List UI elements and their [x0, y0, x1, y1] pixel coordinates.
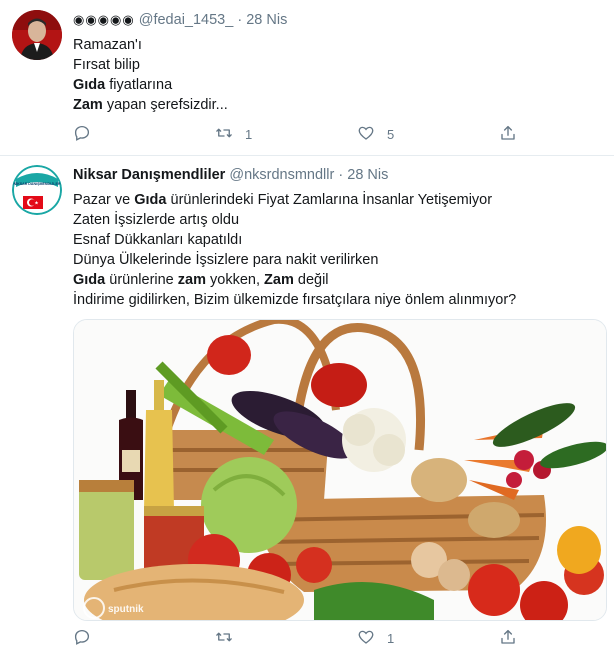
- vegetable-basket-image: sputnik: [74, 320, 606, 620]
- share-button[interactable]: [499, 628, 517, 648]
- share-button[interactable]: [499, 124, 517, 144]
- tweet-text-line: Fırsat bilip: [73, 55, 228, 75]
- tweet-text: Pazar ve Gıda ürünlerindeki Fiyat Zamlar…: [73, 190, 516, 310]
- tweet-photo[interactable]: sputnik: [73, 319, 607, 621]
- reply-button[interactable]: [73, 628, 103, 648]
- retweet-icon: [215, 124, 233, 145]
- retweet-count: 1: [245, 126, 253, 142]
- tweet-text-line: Gıda ürünlerine zam yokken, Zam değil: [73, 270, 516, 290]
- hashtag-keyword: Gıda: [73, 77, 106, 93]
- text-segment: Pazar ve: [73, 192, 135, 208]
- like-button[interactable]: 5: [357, 124, 394, 144]
- reply-icon: [73, 628, 91, 649]
- share-icon: [499, 628, 517, 649]
- text-segment: İndirime gidilirken, Bizim ülkemizde fır…: [73, 292, 517, 308]
- tweet-2[interactable]: NİKSAR DANIŞMENDLİLER Niksar Danışmendli…: [0, 156, 614, 655]
- tweet-actions: 1 5: [73, 124, 533, 144]
- tweet-text-line: Gıda fiyatlarına: [73, 75, 228, 95]
- reply-button[interactable]: [73, 124, 103, 144]
- avatar[interactable]: [12, 10, 62, 60]
- tweet-text-line: Pazar ve Gıda ürünlerindeki Fiyat Zamlar…: [73, 190, 516, 210]
- tweet-date[interactable]: 28 Nis: [246, 12, 287, 28]
- tweet-text-line: Dünya Ülkelerinde İşsizlere para nakit v…: [73, 250, 516, 270]
- like-button[interactable]: 1: [357, 628, 394, 648]
- display-name[interactable]: Niksar Danışmendliler: [73, 167, 225, 183]
- hashtag-keyword: Zam: [264, 272, 294, 288]
- tweet-1[interactable]: ◉◉◉◉◉ @fedai_1453_ · 28 Nis Ramazan'ı Fır…: [0, 0, 614, 156]
- text-segment: değil: [293, 272, 329, 288]
- text-segment: yapan şerefsizdir...: [102, 97, 228, 113]
- tweet-actions: 1: [73, 628, 533, 648]
- text-segment: Zaten İşsizlerde artış oldu: [73, 212, 240, 228]
- tweet-header: ◉◉◉◉◉ @fedai_1453_ · 28 Nis: [73, 12, 287, 28]
- watermark-text: sputnik: [108, 604, 144, 615]
- avatar-logo-text: NİKSAR DANIŞMENDLİLER: [14, 182, 61, 186]
- text-segment: yokken,: [206, 272, 265, 288]
- reply-icon: [73, 124, 91, 145]
- like-icon: [357, 628, 375, 649]
- tweet-date[interactable]: 28 Nis: [347, 167, 388, 183]
- text-segment: Ramazan'ı: [73, 37, 142, 53]
- text-segment: ürünlerine: [105, 272, 178, 288]
- tweet-text-line: Zaten İşsizlerde artış oldu: [73, 210, 516, 230]
- like-count: 5: [387, 126, 395, 142]
- like-icon: [357, 124, 375, 145]
- retweet-icon: [215, 628, 233, 649]
- tweet-text-line: Esnaf Dükkanları kapatıldı: [73, 230, 516, 250]
- separator-dot: ·: [237, 12, 243, 28]
- tweet-text-line: Zam yapan şerefsizdir...: [73, 95, 228, 115]
- display-name[interactable]: ◉◉◉◉◉: [73, 12, 135, 27]
- hashtag-keyword: Zam: [73, 97, 103, 113]
- text-segment: fiyatlarına: [105, 77, 173, 93]
- tweet-text-line: Ramazan'ı: [73, 35, 228, 55]
- retweet-button[interactable]: 1: [215, 124, 252, 144]
- hashtag-keyword: zam: [177, 272, 206, 288]
- text-segment: Esnaf Dükkanları kapatıldı: [73, 232, 243, 248]
- share-icon: [499, 124, 517, 145]
- text-segment: Fırsat bilip: [73, 57, 140, 73]
- user-handle[interactable]: @nksrdnsmndllr: [229, 167, 334, 183]
- hashtag-keyword: Gıda: [134, 192, 167, 208]
- tweet-text: Ramazan'ı Fırsat bilip Gıda fiyatlarına Zam…: [73, 35, 228, 115]
- hashtag-keyword: Gıda: [73, 272, 106, 288]
- avatar[interactable]: NİKSAR DANIŞMENDLİLER: [12, 165, 62, 215]
- tweet-header: Niksar Danışmendliler @nksrdnsmndllr · 2…: [73, 167, 388, 183]
- text-segment: ürünlerindeki Fiyat Zamlarına İnsanlar Y…: [166, 192, 493, 208]
- like-count: 1: [387, 630, 395, 646]
- separator-dot: ·: [338, 167, 344, 183]
- text-segment: Dünya Ülkelerinde İşsizlere para nakit v…: [73, 252, 379, 268]
- tweet-text-line: İndirime gidilirken, Bizim ülkemizde fır…: [73, 290, 516, 310]
- retweet-button[interactable]: [215, 628, 245, 648]
- user-handle[interactable]: @fedai_1453_: [139, 12, 234, 28]
